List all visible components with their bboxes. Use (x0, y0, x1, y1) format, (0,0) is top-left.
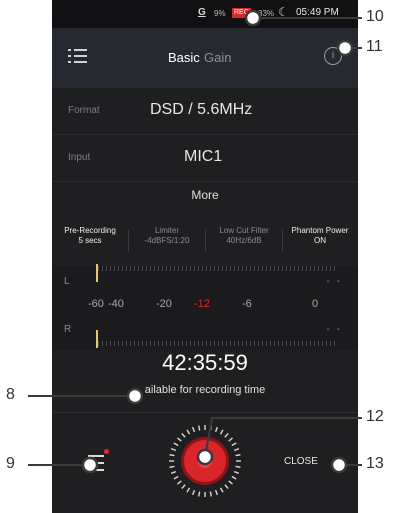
tick-label: -6 (242, 298, 252, 310)
dial-tick (214, 489, 218, 496)
dial-tick (181, 432, 186, 438)
param-value: ON (314, 236, 326, 245)
right-scale (98, 341, 338, 346)
tab-gain[interactable]: Gain (204, 50, 231, 65)
left-channel-reading: - - (326, 276, 342, 287)
more-button[interactable]: More (52, 188, 358, 202)
dial-tick (219, 487, 224, 493)
dial-tick (198, 491, 201, 497)
tick-label: -12 (194, 298, 210, 310)
param-low-cut-filter[interactable]: Low Cut Filter 40Hz/6dB (206, 226, 282, 246)
dial-tick (235, 454, 241, 457)
divider (52, 412, 358, 413)
dial-tick (231, 442, 237, 447)
param-value: 40Hz/6dB (226, 236, 262, 245)
input-label: Input (68, 152, 91, 163)
dial-tick (170, 470, 177, 474)
dial-tick (231, 475, 237, 480)
input-row[interactable]: Input MIC1 (52, 135, 358, 182)
tick-label: -40 (108, 298, 124, 310)
right-channel-label: R (64, 324, 72, 335)
param-value: -4dBFS/1:20 (144, 236, 190, 245)
param-name: Phantom Power (291, 226, 349, 235)
recording-list-icon[interactable] (82, 449, 109, 475)
dial-tick (176, 480, 182, 485)
record-button[interactable] (181, 437, 229, 485)
param-phantom-power[interactable]: Phantom Power ON (282, 226, 358, 246)
callout-11: 11 (366, 38, 383, 55)
param-name: Pre-Recording (64, 226, 116, 235)
tick-label: -60 (88, 298, 104, 310)
dial-tick (224, 484, 229, 490)
dial-tick (209, 491, 212, 497)
notification-dot (104, 449, 109, 454)
input-value: MIC1 (184, 148, 223, 165)
callout-13: 13 (366, 455, 384, 472)
dial-tick (173, 475, 179, 480)
param-value: 5 secs (78, 236, 102, 245)
dial-tick (169, 454, 175, 457)
format-value: DSD / 5.6MHz (150, 101, 253, 118)
tick-label: 0 (312, 298, 319, 310)
dial-tick (170, 448, 177, 452)
right-channel-reading: - - (326, 324, 342, 335)
dial-tick (233, 470, 240, 474)
dial-tick (192, 426, 196, 433)
dial-tick (198, 425, 201, 431)
param-name: Low Cut Filter (219, 226, 269, 235)
param-name: Limiter (154, 226, 179, 235)
tab-basic[interactable]: Basic (168, 50, 200, 65)
dial-tick (169, 465, 175, 468)
dial-tick (219, 429, 224, 435)
callout-12: 12 (366, 408, 384, 425)
dial-tick (186, 429, 191, 435)
recorder-screen: G 9% REC 33% ☾ 05:49 PM Basic Gain i For… (52, 0, 358, 513)
callout-8: 8 (6, 386, 15, 403)
top-bar: Basic Gain i (52, 28, 358, 88)
param-limiter[interactable]: Limiter -4dBFS/1:20 (129, 226, 205, 246)
dial-tick (173, 442, 179, 447)
status-bar: G 9% REC 33% ☾ 05:49 PM (52, 0, 358, 28)
available-time-label: ailable for recording time (144, 384, 266, 396)
record-control (167, 423, 243, 499)
recording-params: Pre-Recording 5 secs Limiter -4dBFS/1:20… (52, 226, 358, 266)
left-scale (98, 266, 338, 271)
dial-tick (228, 480, 234, 485)
g-icon: G (198, 7, 206, 18)
callout-10: 10 (366, 8, 384, 25)
dial-tick (224, 432, 229, 438)
param-pre-recording[interactable]: Pre-Recording 5 secs (52, 226, 128, 246)
dial-tick (176, 437, 182, 442)
level-meter: L - - -60 -40 -20 -12 -6 0 R - - (52, 264, 358, 350)
battery-level-1: 9% (214, 9, 226, 18)
left-channel-label: L (64, 276, 70, 287)
format-row[interactable]: Format DSD / 5.6MHz (52, 88, 358, 135)
dial-tick (233, 448, 240, 452)
rec-badge: REC (232, 8, 251, 18)
info-icon[interactable]: i (324, 47, 342, 65)
available-time: 42:35:59 (162, 350, 248, 375)
dial-tick (228, 437, 234, 442)
dial-tick (235, 465, 241, 468)
tick-label: -20 (156, 298, 172, 310)
status-time: 05:49 PM (296, 7, 339, 18)
dial-tick (209, 425, 212, 431)
menu-list-icon[interactable] (68, 47, 88, 65)
callout-9: 9 (6, 455, 15, 472)
dial-tick (181, 484, 186, 490)
dial-tick (186, 487, 191, 493)
format-label: Format (68, 105, 100, 116)
battery-level-2: 33% (258, 9, 275, 18)
dial-tick (214, 426, 218, 433)
close-button[interactable]: CLOSE (284, 456, 318, 467)
moon-icon: ☾ (278, 5, 289, 19)
dial-tick (192, 489, 196, 496)
